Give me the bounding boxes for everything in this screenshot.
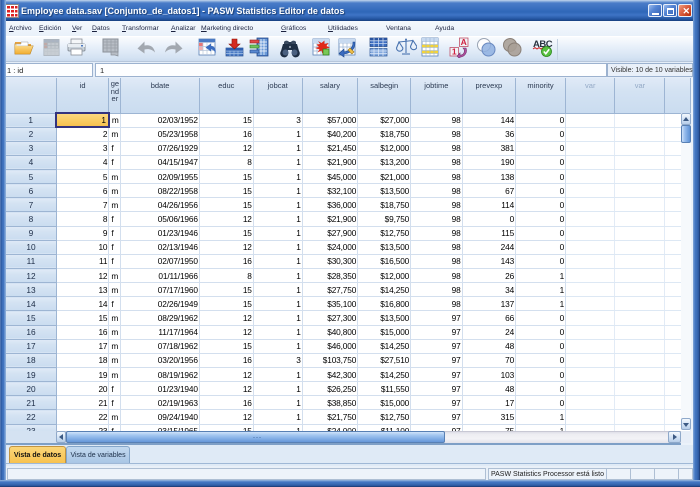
svg-text:A: A (461, 37, 467, 47)
svg-text:1: 1 (452, 47, 457, 57)
